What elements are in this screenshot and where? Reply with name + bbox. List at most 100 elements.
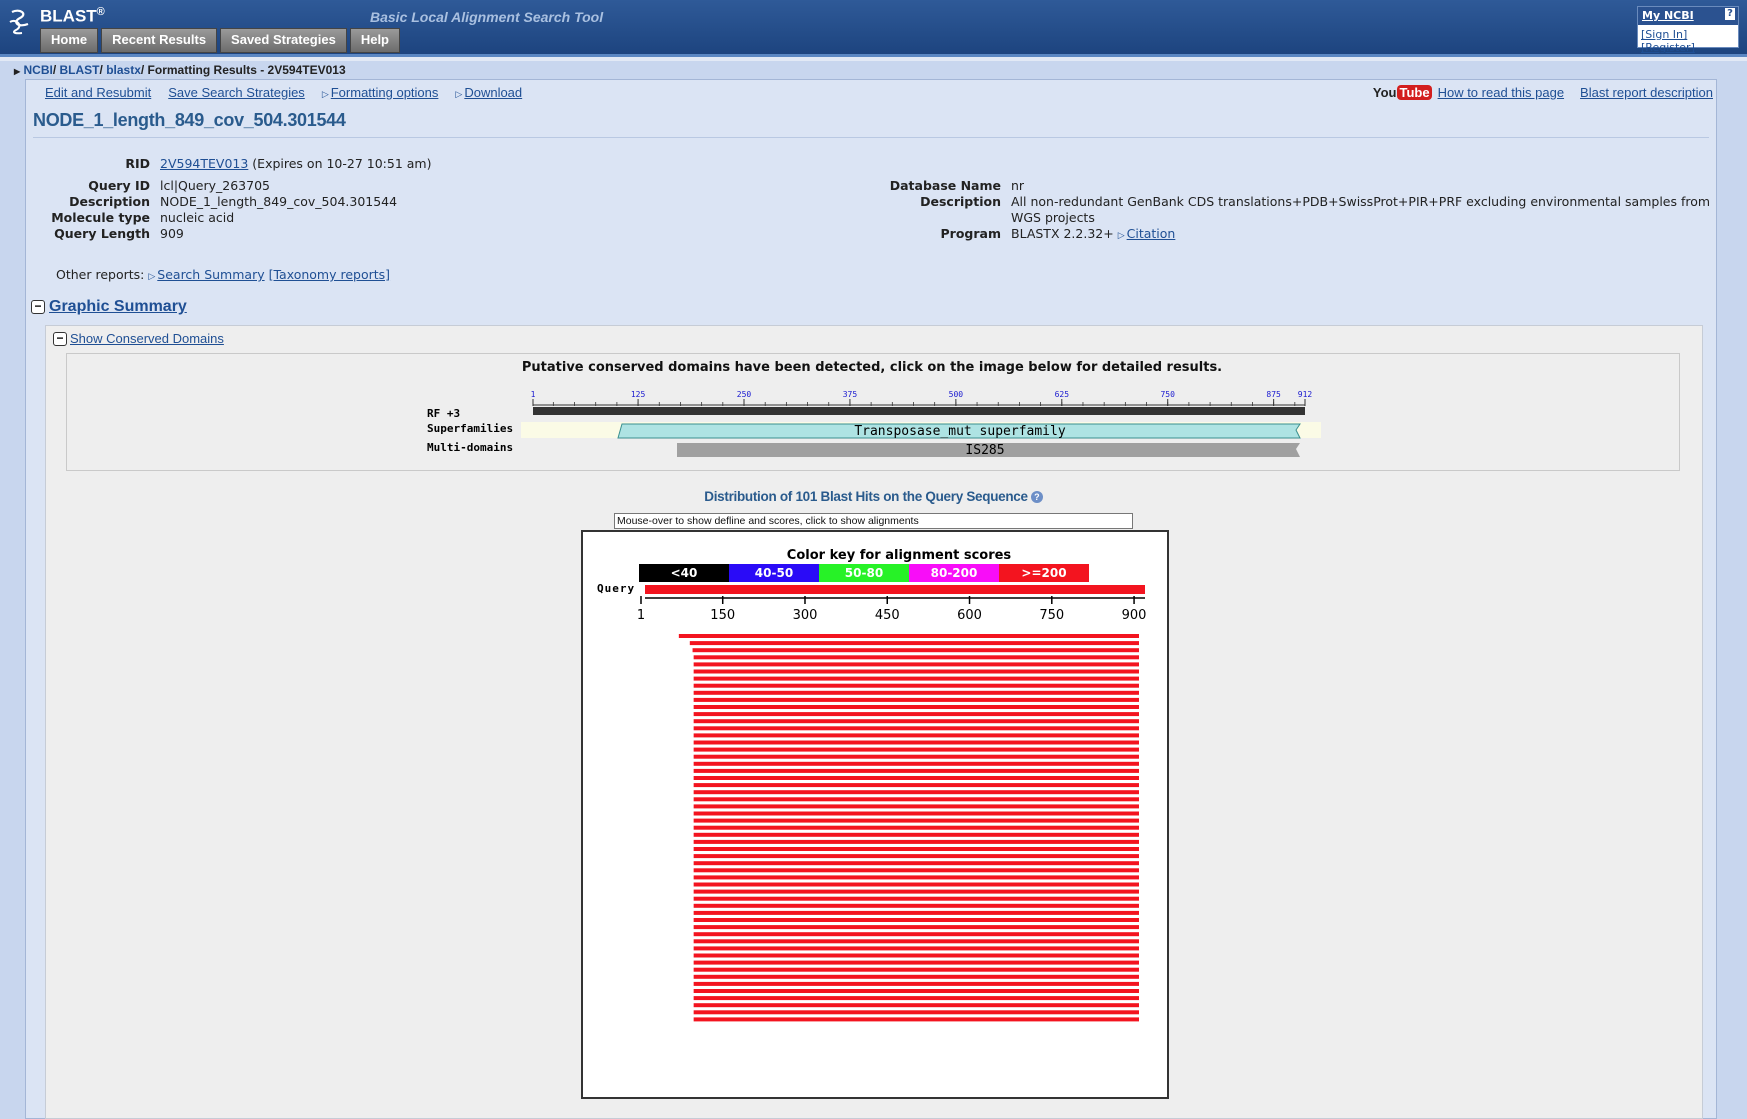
hit-bar[interactable] (693, 910, 1139, 915)
ruler-tick-label: 912 (1298, 390, 1313, 399)
collapse-icon[interactable]: − (53, 331, 67, 346)
show-conserved-domains-link[interactable]: Show Conserved Domains (70, 331, 224, 346)
hit-bar[interactable] (693, 726, 1139, 731)
hit-bar[interactable] (693, 662, 1139, 667)
formatting-options-link[interactable]: Formatting options (331, 85, 439, 100)
hit-bar[interactable] (693, 712, 1139, 717)
search-summary-link[interactable]: Search Summary (157, 267, 264, 282)
sign-in-link[interactable]: [Sign In] (1641, 28, 1687, 41)
hit-bar[interactable] (693, 719, 1139, 724)
hit-bar[interactable] (693, 676, 1139, 681)
hit-bar[interactable] (693, 981, 1139, 986)
hit-bar[interactable] (693, 818, 1139, 823)
hit-bar[interactable] (678, 634, 1139, 638)
ruler-tick-label: 750 (1160, 390, 1175, 399)
row-label-superfamilies: Superfamilies (427, 422, 513, 435)
hit-bar[interactable] (693, 1003, 1139, 1008)
hit-bar[interactable] (693, 768, 1139, 773)
hit-distribution-graphic[interactable]: Color key for alignment scores <40 40-50 5… (583, 532, 1167, 1097)
hit-bar[interactable] (693, 761, 1139, 766)
ruler-tick-label: 875 (1266, 390, 1281, 399)
crumb-blastx[interactable]: blastx (106, 63, 141, 77)
taxonomy-reports-link[interactable]: [Taxonomy reports] (269, 267, 390, 282)
hit-bar[interactable] (693, 747, 1139, 752)
nav-help[interactable]: Help (349, 28, 400, 53)
hit-bar[interactable] (693, 882, 1139, 887)
hit-bar[interactable] (693, 960, 1139, 965)
hit-bar[interactable] (693, 847, 1139, 851)
youtube-icon[interactable]: You Tube (1372, 85, 1432, 100)
collapse-icon[interactable]: − (31, 300, 45, 314)
hit-bar[interactable] (693, 825, 1139, 830)
length-label: Query Length (54, 226, 150, 241)
hit-bar[interactable] (693, 1017, 1139, 1022)
hit-bar[interactable] (693, 839, 1139, 844)
nav-saved-strategies[interactable]: Saved Strategies (220, 28, 347, 53)
rid-link[interactable]: 2V594TEV013 (160, 156, 248, 171)
hit-bar[interactable] (693, 875, 1139, 880)
hit-bar[interactable] (693, 854, 1139, 859)
hit-bar[interactable] (693, 776, 1139, 780)
hit-bar[interactable] (693, 939, 1139, 944)
hit-bar[interactable] (689, 641, 1139, 646)
hit-bar[interactable] (693, 946, 1139, 951)
hit-bar[interactable] (693, 925, 1139, 930)
hit-bar[interactable] (693, 1010, 1139, 1015)
hit-bar[interactable] (693, 804, 1139, 809)
hit-bar[interactable] (693, 790, 1139, 795)
hit-bar[interactable] (693, 797, 1139, 802)
hit-bar[interactable] (693, 811, 1139, 816)
download-link[interactable]: Download (464, 85, 522, 100)
nav-recent-results[interactable]: Recent Results (101, 28, 218, 53)
hit-bar[interactable] (693, 896, 1139, 901)
crumb-blast[interactable]: BLAST (60, 63, 100, 77)
hit-bar[interactable] (693, 868, 1139, 873)
db-description-cont: WGS projects (1011, 210, 1095, 225)
save-strategies-link[interactable]: Save Search Strategies (168, 85, 305, 100)
hit-bar[interactable] (693, 733, 1139, 738)
edit-resubmit-link[interactable]: Edit and Resubmit (45, 85, 151, 100)
hit-bar[interactable] (693, 861, 1139, 866)
nav-home[interactable]: Home (40, 28, 99, 53)
hit-bar[interactable] (693, 832, 1139, 837)
hit-bar[interactable] (693, 669, 1139, 674)
blast-logo[interactable]: BLAST® (40, 6, 105, 27)
color-key-label: <40 (671, 566, 698, 580)
query-bar (645, 585, 1145, 594)
hit-bar[interactable] (693, 903, 1139, 908)
hit-bar[interactable] (693, 932, 1139, 937)
hit-bar[interactable] (693, 683, 1139, 688)
hit-bar[interactable] (693, 740, 1139, 745)
register-link[interactable]: [Register] (1641, 41, 1695, 54)
conserved-domains-graphic[interactable]: 1 125 250 375 500 625 750 875 912 RF +3 Superfam… (425, 388, 1325, 463)
hit-bar[interactable] (692, 648, 1139, 653)
hit-bar[interactable] (693, 996, 1139, 1001)
citation-link[interactable]: Citation (1127, 226, 1176, 241)
mouseover-defline-field[interactable]: Mouse-over to show defline and scores, c… (614, 513, 1133, 529)
help-icon[interactable]: ? (1030, 491, 1043, 504)
hit-distribution-box: Color key for alignment scores <40 40-50 5… (581, 530, 1169, 1099)
hit-bar[interactable] (693, 974, 1139, 979)
hit-bar[interactable] (693, 705, 1139, 709)
hit-bar[interactable] (693, 690, 1139, 695)
hit-bar[interactable] (693, 953, 1139, 958)
report-description-link[interactable]: Blast report description (1580, 85, 1713, 100)
help-question-icon[interactable]: ? (1725, 8, 1735, 20)
hit-bar[interactable] (693, 783, 1139, 788)
axis-tick-label: 300 (793, 608, 818, 623)
multidomain-label: IS285 (965, 443, 1004, 458)
hit-bar[interactable] (693, 754, 1139, 759)
hit-bar[interactable] (693, 655, 1139, 660)
db-name-label: Database Name (889, 178, 1001, 193)
graphic-summary-toggle[interactable]: Graphic Summary (49, 298, 187, 316)
crumb-current: Formatting Results - 2V594TEV013 (147, 63, 346, 77)
hit-bar[interactable] (693, 989, 1139, 993)
hit-bar[interactable] (693, 918, 1139, 922)
hit-bar[interactable] (693, 967, 1139, 972)
hit-bar[interactable] (693, 889, 1139, 894)
how-to-read-link[interactable]: How to read this page (1438, 85, 1564, 100)
myncbi-link[interactable]: My NCBI (1642, 9, 1694, 22)
hit-bar[interactable] (693, 697, 1139, 702)
crumb-ncbi[interactable]: NCBI (24, 63, 53, 77)
blast-logo-icon[interactable] (6, 6, 36, 36)
